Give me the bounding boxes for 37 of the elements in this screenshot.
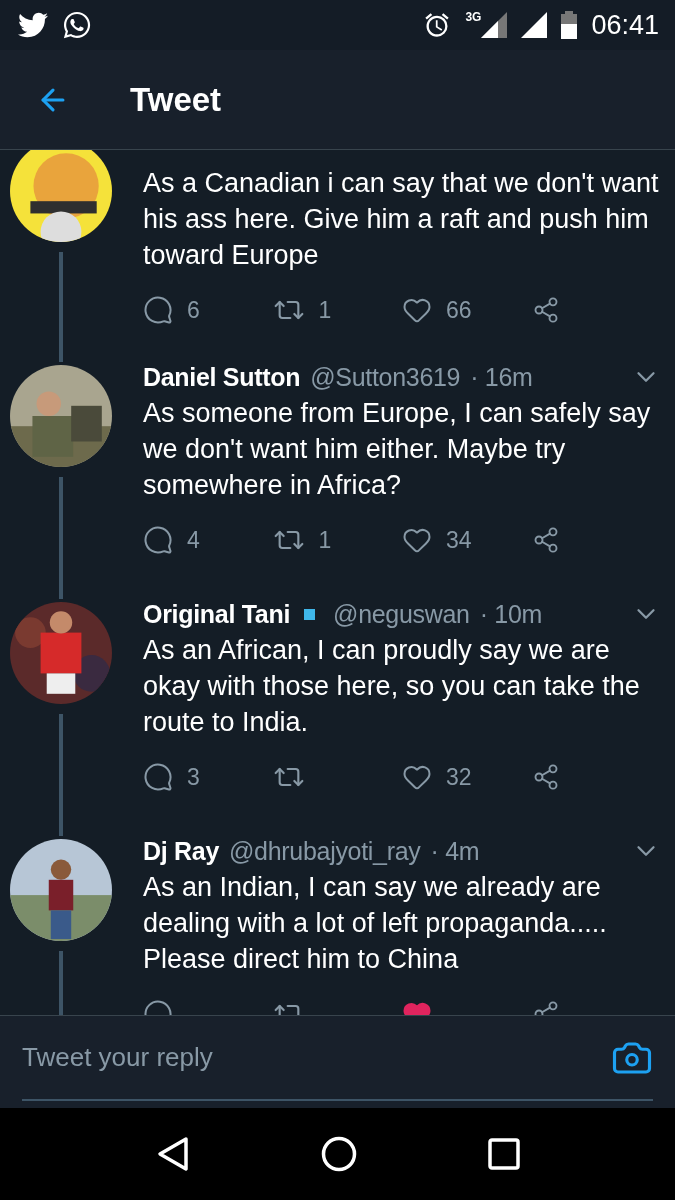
reply-count: 6 <box>187 296 200 324</box>
network-type: 3G <box>465 10 482 24</box>
reply-count: 4 <box>187 526 200 554</box>
tweet-time: · 16m <box>470 362 533 392</box>
reply-count: 3 <box>187 763 200 791</box>
home-nav-icon[interactable] <box>320 1136 357 1172</box>
back-nav-icon[interactable] <box>155 1136 190 1172</box>
tweet-text: As an Indian, I can say we already are dealing with a lot of left propaganda..... Please direct him to China <box>143 871 608 976</box>
reply-icon[interactable] <box>143 295 173 325</box>
signal-icon <box>481 12 508 38</box>
tweet-text: As an African, I can proudly say we are okay with those here, so you can take the route to India. <box>143 634 641 739</box>
like-count: 32 <box>446 763 472 791</box>
user-handle: @dhrubajyoti_ray <box>229 836 421 866</box>
like-count: 34 <box>446 526 472 554</box>
tweet-time: · 10m <box>479 599 543 629</box>
bird-icon <box>18 10 48 40</box>
signal-icon <box>521 12 548 38</box>
recents-nav-icon[interactable] <box>487 1138 520 1170</box>
whatsapp-icon <box>62 10 92 40</box>
tweet-text: As a Canadian i can say that we don't want his ass here. Give him a raft and push him toward Europe <box>143 167 660 272</box>
like-count: 66 <box>446 296 472 324</box>
user-name[interactable]: Daniel Sutton <box>143 362 301 392</box>
user-handle: @neguswan <box>333 599 470 629</box>
tweet-text: As someone from Europe, I can safely say we don't want him either. Maybe try somewhere in Africa? <box>143 397 652 502</box>
retweet-count: 1 <box>318 526 332 554</box>
reply-composer[interactable]: Tweet your reply <box>0 1015 675 1108</box>
user-name[interactable]: Dj Ray <box>143 836 219 866</box>
user-name[interactable]: Original Tani <box>143 599 291 629</box>
tweet-time: · 4m <box>430 836 480 866</box>
user-handle: @Sutton3619 <box>310 362 461 392</box>
clock: 06:41 <box>591 9 659 41</box>
battery-icon <box>561 11 578 39</box>
page-title: Tweet <box>130 80 222 119</box>
reply-icon[interactable] <box>143 762 173 792</box>
retweet-count: 1 <box>318 296 332 324</box>
reply-icon[interactable] <box>143 525 173 555</box>
reply-field[interactable]: Tweet your reply <box>22 1042 611 1073</box>
